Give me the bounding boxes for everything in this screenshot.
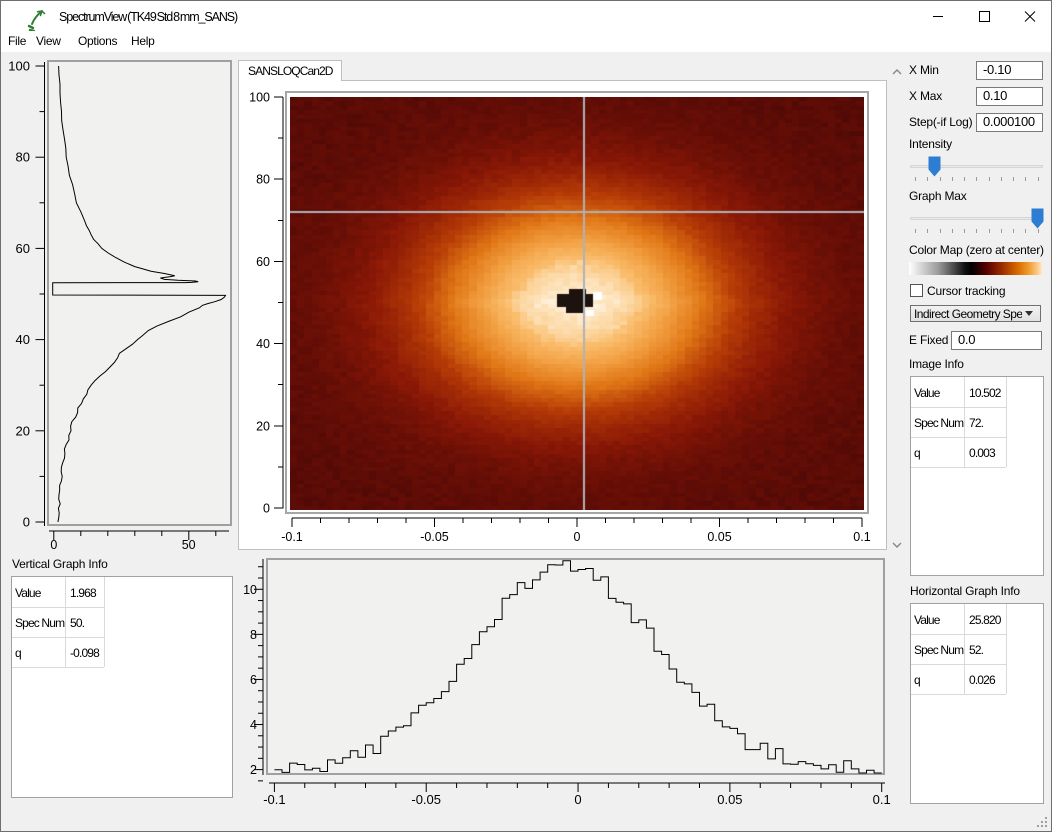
svg-text:0: 0 — [23, 515, 30, 530]
svg-text:0: 0 — [50, 538, 57, 552]
svg-text:10: 10 — [243, 583, 257, 597]
svg-text:80: 80 — [256, 173, 270, 187]
svg-text:4: 4 — [250, 718, 257, 732]
svg-text:6: 6 — [250, 673, 257, 687]
svg-text:0: 0 — [574, 530, 581, 544]
svg-text:40: 40 — [16, 332, 30, 347]
svg-text:-0.05: -0.05 — [411, 792, 441, 807]
svg-text:0.05: 0.05 — [707, 530, 731, 544]
svg-text:8: 8 — [250, 628, 257, 642]
svg-text:20: 20 — [256, 419, 270, 433]
svg-text:-0.1: -0.1 — [281, 530, 303, 544]
svg-text:0.1: 0.1 — [873, 792, 891, 807]
svg-text:80: 80 — [16, 150, 30, 165]
svg-text:0: 0 — [263, 502, 270, 516]
svg-text:0: 0 — [574, 792, 581, 807]
svg-text:2: 2 — [250, 763, 257, 777]
svg-text:50: 50 — [182, 538, 196, 552]
svg-text:100: 100 — [249, 91, 270, 105]
svg-text:60: 60 — [256, 255, 270, 269]
svg-text:60: 60 — [16, 241, 30, 256]
svg-text:0.1: 0.1 — [853, 530, 870, 544]
svg-text:40: 40 — [256, 337, 270, 351]
svg-text:-0.1: -0.1 — [263, 792, 285, 807]
svg-text:-0.05: -0.05 — [420, 530, 449, 544]
svg-text:20: 20 — [16, 423, 30, 438]
svg-text:100: 100 — [8, 59, 30, 74]
svg-text:0.05: 0.05 — [717, 792, 742, 807]
